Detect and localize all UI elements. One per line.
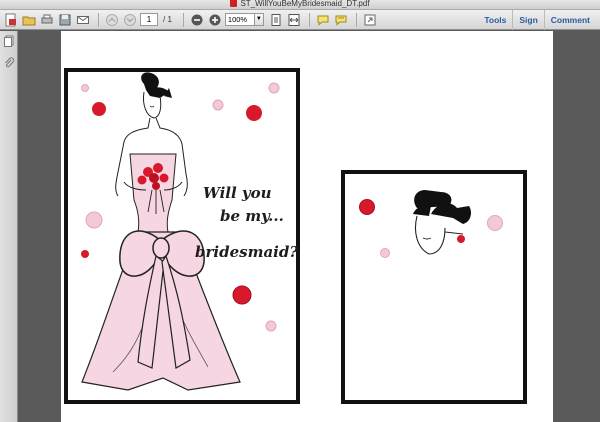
create-pdf-button[interactable] xyxy=(3,12,19,28)
save-icon xyxy=(59,14,71,25)
toolbar: 1 / 1 100% ▼ Tools Sign Comment xyxy=(0,10,600,30)
task-pane-menu: Tools Sign Comment xyxy=(478,10,596,30)
previous-page-button[interactable] xyxy=(104,12,120,28)
save-button[interactable] xyxy=(57,12,73,28)
pink-dot xyxy=(212,99,224,111)
card-text-line-2: be my... xyxy=(220,207,284,225)
card-text-line-1: Will you xyxy=(203,184,272,202)
zoom-level-select[interactable]: 100% xyxy=(224,13,255,26)
comment-bubble-icon xyxy=(317,15,329,26)
page-total-label: / 1 xyxy=(163,15,172,24)
pages-icon xyxy=(4,35,14,47)
red-dot xyxy=(359,199,375,215)
email-button[interactable] xyxy=(75,12,91,28)
expand-icon xyxy=(364,14,376,25)
attachments-button[interactable] xyxy=(2,56,16,70)
document-view[interactable]: Will you be my... bridesmaid? xyxy=(19,31,600,422)
print-button[interactable] xyxy=(39,12,55,28)
minus-icon xyxy=(191,14,203,25)
title-bar: ST_WillYouBeMyBridesmaid_DT.pdf xyxy=(0,0,600,10)
sign-menu[interactable]: Sign xyxy=(512,10,543,30)
email-icon xyxy=(77,15,89,24)
red-dot xyxy=(81,250,89,258)
add-comment-button[interactable] xyxy=(315,12,331,28)
fit-page-icon xyxy=(271,13,281,26)
pdf-page: Will you be my... bridesmaid? xyxy=(61,31,553,422)
paperclip-icon xyxy=(5,57,15,68)
create-pdf-icon xyxy=(5,13,16,26)
page-thumbnails-button[interactable] xyxy=(2,34,16,48)
toolbar-separator xyxy=(355,12,357,27)
invitation-card-front: Will you be my... bridesmaid? xyxy=(64,68,300,404)
highlight-icon xyxy=(335,15,347,26)
red-dot xyxy=(457,235,465,243)
comment-menu[interactable]: Comment xyxy=(543,10,596,30)
zoom-out-button[interactable] xyxy=(189,12,205,28)
pink-dot xyxy=(85,211,103,229)
print-icon xyxy=(41,14,53,23)
toolbar-separator xyxy=(98,12,99,27)
pink-dot xyxy=(81,84,89,92)
red-dot xyxy=(232,285,252,305)
highlight-button[interactable] xyxy=(333,12,349,28)
window-title-text: ST_WillYouBeMyBridesmaid_DT.pdf xyxy=(240,0,370,8)
tools-menu[interactable]: Tools xyxy=(478,10,512,30)
open-folder-icon xyxy=(22,16,36,25)
invitation-card-back xyxy=(341,170,527,404)
window-title: ST_WillYouBeMyBridesmaid_DT.pdf xyxy=(0,0,600,8)
fit-page-button[interactable] xyxy=(268,12,284,28)
toolbar-separator xyxy=(182,12,184,27)
card-text-line-3: bridesmaid? xyxy=(195,243,299,261)
plus-icon xyxy=(209,14,221,25)
next-page-button[interactable] xyxy=(122,12,138,28)
navigation-pane xyxy=(0,31,18,422)
open-button[interactable] xyxy=(21,12,37,28)
pink-dot xyxy=(487,215,503,231)
zoom-in-button[interactable] xyxy=(207,12,223,28)
face-illustration xyxy=(359,190,503,258)
bridesmaid-illustration xyxy=(81,72,280,391)
toolbar-separator xyxy=(308,12,310,27)
arrow-down-icon xyxy=(124,13,136,26)
pdf-file-icon xyxy=(230,0,238,7)
red-dot xyxy=(246,105,262,121)
page-number-input[interactable]: 1 xyxy=(140,13,158,26)
fit-width-button[interactable] xyxy=(286,12,302,28)
pink-dot xyxy=(268,82,280,94)
expand-button[interactable] xyxy=(362,12,378,28)
arrow-up-icon xyxy=(106,13,118,26)
red-dot xyxy=(92,102,106,116)
pink-dot xyxy=(380,248,390,258)
zoom-dropdown-arrow[interactable]: ▼ xyxy=(254,13,264,26)
fit-width-icon xyxy=(288,13,300,26)
pink-dot xyxy=(265,320,277,332)
